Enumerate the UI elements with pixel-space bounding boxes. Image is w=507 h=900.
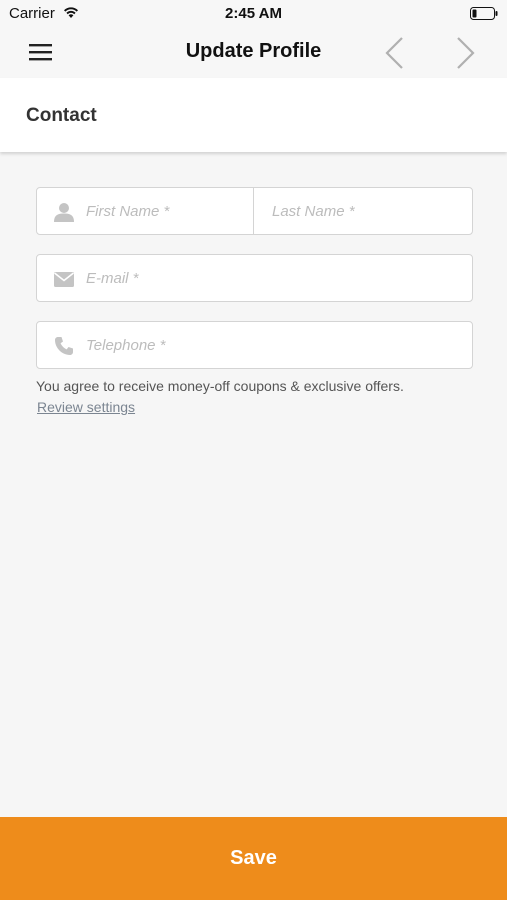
last-name-input[interactable] [272, 188, 467, 234]
phone-icon [55, 337, 73, 355]
person-icon [54, 203, 74, 222]
chevron-left-icon[interactable] [383, 36, 407, 70]
battery-low-icon [470, 7, 498, 20]
email-input[interactable] [86, 255, 466, 301]
telephone-input[interactable] [86, 322, 466, 368]
contact-section-header: Contact [0, 78, 507, 152]
chevron-right-icon[interactable] [453, 36, 477, 70]
last-name-field[interactable] [253, 187, 473, 235]
envelope-icon [54, 272, 74, 287]
review-settings-link[interactable]: Review settings [37, 399, 135, 415]
page-title: Update Profile [185, 40, 322, 62]
clock: 2:45 AM [225, 5, 282, 22]
navigation-bar: Update Profile [0, 28, 507, 78]
section-title: Contact [26, 105, 97, 126]
status-bar: Carrier 2:45 AM [0, 0, 507, 28]
first-name-field[interactable] [36, 187, 255, 235]
telephone-field[interactable] [36, 321, 473, 369]
consent-text: You agree to receive money-off coupons &… [36, 378, 404, 394]
email-field[interactable] [36, 254, 473, 302]
first-name-input[interactable] [86, 188, 251, 234]
save-button[interactable]: Save [0, 817, 507, 900]
